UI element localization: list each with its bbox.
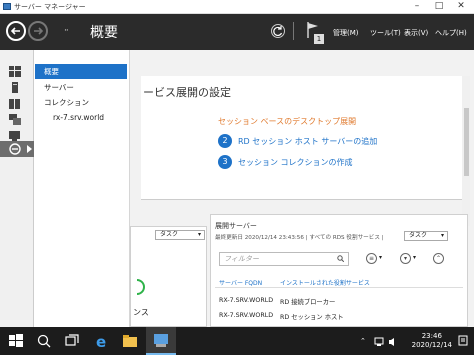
menu-help[interactable]: ヘルプ(H) xyxy=(435,28,467,38)
cell-fqdn: RX-7.SRV.WORLD xyxy=(219,312,274,319)
chevron-down-icon: ▾ xyxy=(379,254,383,261)
back-arrow-icon xyxy=(10,27,20,35)
sidebar-item-rds-selected[interactable] xyxy=(0,141,34,157)
table-header-row: サーバー FQDN インストールされた役割サービス xyxy=(215,275,463,288)
windows-start-icon[interactable] xyxy=(8,333,24,349)
deployment-servers-panel: 展開サーバー 最終更新日 2020/12/14 23:43:56 | すべての … xyxy=(210,214,468,327)
filter-placeholder: フィルター xyxy=(224,255,259,263)
page-title: 概要 xyxy=(90,25,118,41)
server-manager-icon xyxy=(3,3,11,10)
collapse-arrow-icon xyxy=(27,145,32,153)
clock-time: 23:46 xyxy=(421,332,442,340)
menu-tools[interactable]: ツール(T) xyxy=(370,28,401,38)
cell-fqdn: RX-7.SRV.WORLD xyxy=(219,297,274,304)
filter-input[interactable]: フィルター xyxy=(219,252,349,266)
chevron-down-icon: ▾ xyxy=(440,232,444,239)
column-header-fqdn[interactable]: サーバー FQDN xyxy=(219,278,262,287)
internet-explorer-icon[interactable]: e xyxy=(94,333,110,349)
volume-icon[interactable] xyxy=(388,337,398,347)
nav-item-overview[interactable]: 概要 xyxy=(35,64,127,79)
dashboard-icon[interactable] xyxy=(9,66,21,77)
nav-item-collections[interactable]: コレクション xyxy=(35,95,127,110)
back-button[interactable] xyxy=(6,21,26,41)
table-row[interactable]: RX-7.SRV.WORLD RD セッション ホスト xyxy=(215,310,463,321)
step-number-2: 2 xyxy=(218,134,232,148)
tray-chevron-icon[interactable]: ⌃ xyxy=(360,337,366,345)
welcome-tile: ービス展開の設定 セッション ベースのデスクトップ展開 2 RD セッション ホ… xyxy=(141,76,463,200)
window-title: サーバー マネージャー xyxy=(14,3,86,11)
cell-role: RD セッション ホスト xyxy=(280,314,344,321)
left-task-label: タスク xyxy=(160,231,179,238)
cell-role: RD 接続ブローカー xyxy=(280,299,336,306)
rds-icon[interactable] xyxy=(9,130,21,141)
filter-options-button[interactable]: ▾ xyxy=(400,253,411,264)
server-manager-icon xyxy=(154,334,168,347)
svg-text:e: e xyxy=(96,333,106,349)
iis-icon xyxy=(9,143,21,155)
taskbar: e ⌃ 23:46 2020/12/14 xyxy=(0,327,474,355)
menu-view[interactable]: 表示(V) xyxy=(404,28,428,38)
nav-item-servers[interactable]: サーバー xyxy=(35,80,127,95)
refresh-icon xyxy=(273,26,283,37)
header-divider xyxy=(293,22,294,40)
notification-center-icon[interactable] xyxy=(458,335,468,347)
nav-item-collection-rx7[interactable]: rx-7.srv.world xyxy=(35,110,127,125)
header-bar: ·· 概要 1 管理(M) ツール(T) 表示(V) ヘルプ(H) xyxy=(0,14,474,50)
close-button[interactable]: ✕ xyxy=(450,0,472,14)
menu-manage[interactable]: 管理(M) xyxy=(333,28,359,38)
chevron-down-icon: ▾ xyxy=(413,254,417,261)
title-bar: サーバー マネージャー – □ ✕ xyxy=(0,0,474,14)
notifications-button[interactable]: 1 xyxy=(306,21,328,45)
forward-button[interactable] xyxy=(28,21,48,41)
step-number-3: 3 xyxy=(218,155,232,169)
deploy-task-dropdown[interactable]: タスク ▾ xyxy=(404,231,448,241)
refresh-button[interactable] xyxy=(271,24,285,38)
local-server-icon[interactable] xyxy=(9,82,21,93)
list-options-button[interactable]: ≡ xyxy=(366,253,377,264)
notification-count-badge: 1 xyxy=(314,34,324,44)
table-row[interactable]: RX-7.SRV.WORLD RD 接続ブローカー xyxy=(215,295,463,306)
deploy-task-label: タスク xyxy=(409,232,428,239)
create-session-collection-link[interactable]: セッション コレクションの作成 xyxy=(238,157,353,168)
welcome-heading: ービス展開の設定 xyxy=(143,86,231,99)
deployment-type-link[interactable]: セッション ベースのデスクトップ展開 xyxy=(218,116,356,127)
left-task-dropdown[interactable]: タスク ▾ xyxy=(155,230,205,240)
server-manager-taskbar-button[interactable] xyxy=(146,327,176,355)
add-rd-session-host-link[interactable]: RD セッション ホスト サーバーの追加 xyxy=(238,136,377,147)
deployment-overview-panel: タスク ▾ ンス xyxy=(130,226,207,327)
status-ring xyxy=(137,279,145,295)
collapse-panel-button[interactable]: ⌃ xyxy=(433,253,444,264)
role-icon-strip xyxy=(0,50,34,327)
column-header-roles[interactable]: インストールされた役割サービス xyxy=(280,278,370,287)
task-view-icon[interactable] xyxy=(64,333,80,349)
scrollbar-thumb[interactable] xyxy=(464,108,469,176)
breadcrumb-separator: ·· xyxy=(64,26,69,36)
all-servers-icon[interactable] xyxy=(9,98,21,109)
search-icon[interactable] xyxy=(36,333,52,349)
taskbar-clock[interactable]: 23:46 2020/12/14 xyxy=(412,332,452,350)
panel-title: 展開サーバー xyxy=(215,222,257,230)
clock-date: 2020/12/14 xyxy=(411,341,452,349)
file-explorer-icon[interactable] xyxy=(122,333,138,349)
chevron-down-icon: ▾ xyxy=(197,231,201,238)
minimize-button[interactable]: – xyxy=(406,0,428,14)
panel-fragment-text: ンス xyxy=(133,308,149,317)
nav-pane: 概要 サーバー コレクション rx-7.srv.world xyxy=(34,50,130,327)
forward-arrow-icon xyxy=(34,27,44,35)
file-storage-icon[interactable] xyxy=(9,114,21,125)
maximize-button[interactable]: □ xyxy=(428,0,450,14)
last-updated-text: 最終更新日 2020/12/14 23:43:56 | すべての RDS 役割サ… xyxy=(215,235,384,241)
search-icon xyxy=(337,255,345,263)
network-icon[interactable] xyxy=(374,337,384,347)
